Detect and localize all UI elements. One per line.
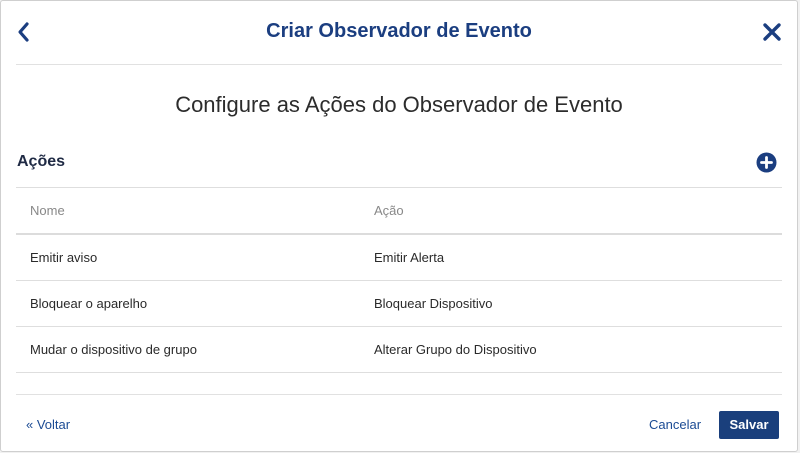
table-row[interactable]: Emitir aviso Emitir Alerta <box>16 235 782 281</box>
save-button[interactable]: Salvar <box>719 411 779 439</box>
actions-section-title: Ações <box>17 153 66 170</box>
header-divider <box>16 64 782 65</box>
add-action-button[interactable] <box>756 152 777 173</box>
dialog-title: Criar Observador de Evento <box>266 20 532 42</box>
close-button[interactable] <box>761 21 783 43</box>
action-type-cell: Alterar Grupo do Dispositivo <box>374 342 537 357</box>
action-name-cell: Mudar o dispositivo de grupo <box>30 342 197 357</box>
plus-circle-icon <box>756 152 777 173</box>
action-type-cell: Emitir Alerta <box>374 250 445 265</box>
footer-divider <box>16 394 782 395</box>
cancel-button[interactable]: Cancelar <box>649 417 701 432</box>
back-link[interactable]: « Voltar <box>26 417 70 432</box>
column-header-action: Ação <box>374 203 404 218</box>
close-icon <box>763 23 781 41</box>
action-name-cell: Bloquear o aparelho <box>30 296 148 311</box>
actions-table: Nome Ação Emitir aviso Emitir Alerta Blo… <box>16 187 782 373</box>
column-header-name: Nome <box>30 203 65 218</box>
table-row[interactable]: Mudar o dispositivo de grupo Alterar Gru… <box>16 327 782 373</box>
table-row[interactable]: Bloquear o aparelho Bloquear Dispositivo <box>16 281 782 327</box>
create-event-watcher-dialog: Criar Observador de Evento Configure as … <box>0 0 798 452</box>
dialog-header: Criar Observador de Evento <box>1 1 797 64</box>
action-name-cell: Emitir aviso <box>30 250 98 265</box>
table-header-row: Nome Ação <box>16 187 782 235</box>
action-type-cell: Bloquear Dispositivo <box>374 296 493 311</box>
step-subtitle: Configure as Ações do Observador de Even… <box>175 92 623 117</box>
